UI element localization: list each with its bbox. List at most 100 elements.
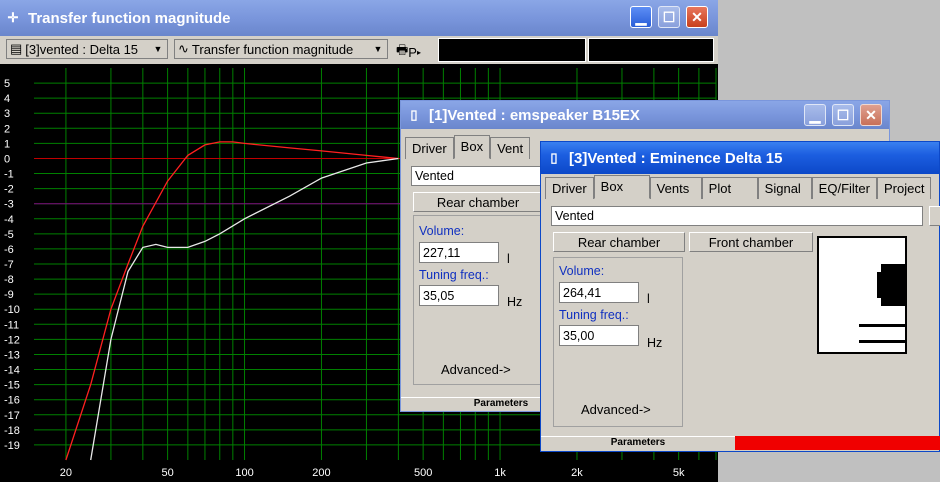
x-tick-label: 500	[414, 467, 432, 479]
vented-delta15-window: ▯ [3]Vented : Eminence Delta 15 Driver B…	[540, 141, 940, 452]
y-tick-label: -8	[4, 274, 14, 286]
x-tick-label: 200	[312, 467, 330, 479]
project-selector[interactable]: ▤ [3]vented : Delta 15 ▼	[6, 39, 168, 59]
y-tick-label: -12	[4, 334, 20, 346]
y-tick-label: -15	[4, 380, 20, 392]
volume-input[interactable]: 227,11	[419, 242, 499, 263]
tuning-label: Tuning freq.:	[559, 308, 629, 322]
advanced-link[interactable]: Advanced->	[441, 362, 511, 377]
front-chamber-button[interactable]: Front chamber	[689, 232, 813, 252]
tab-driver[interactable]: Driver	[405, 137, 454, 159]
plot-type-label: Transfer function magnitude	[191, 41, 354, 57]
volume-unit: l	[647, 292, 650, 306]
tab-project[interactable]: Project	[876, 177, 932, 199]
readout-box-2	[588, 38, 714, 62]
tab-box[interactable]: Box	[593, 175, 650, 199]
tuning-label: Tuning freq.:	[419, 268, 489, 282]
tab-driver[interactable]: Driver	[545, 177, 594, 199]
y-tick-label: -9	[4, 289, 14, 301]
tuning-unit: Hz	[507, 295, 523, 309]
x-tick-label: 1k	[494, 467, 506, 479]
y-tick-label: -16	[4, 395, 20, 407]
volume-unit: l	[507, 252, 510, 266]
window-title: [3]Vented : Eminence Delta 15	[569, 149, 783, 167]
y-tick-label: 3	[4, 108, 10, 120]
toolbar: ▤ [3]vented : Delta 15 ▼ ∿ Transfer func…	[0, 36, 718, 64]
close-button[interactable]: ✕	[686, 6, 708, 28]
minimize-button[interactable]: ▁	[630, 6, 652, 28]
volume-input[interactable]: 264,41	[559, 282, 639, 303]
x-tick-label: 2k	[571, 467, 583, 479]
volume-label: Volume:	[419, 224, 465, 238]
y-tick-label: -7	[4, 259, 14, 271]
y-tick-label: -13	[4, 349, 20, 361]
speaker-icon: ▯	[550, 150, 558, 165]
tab-box[interactable]: Box	[453, 135, 491, 159]
close-button[interactable]: ✕	[860, 104, 882, 126]
rear-chamber-button[interactable]: Rear chamber	[413, 192, 543, 212]
x-tick-label: 100	[235, 467, 253, 479]
y-tick-label: -17	[4, 410, 20, 422]
y-tick-label: -4	[4, 214, 14, 226]
speaker-diagram-icon	[859, 264, 905, 343]
y-tick-label: -2	[4, 184, 14, 196]
title-bar[interactable]: ✛ Transfer function magnitude ▁ ☐ ✕	[0, 0, 718, 36]
tuning-input[interactable]: 35,00	[559, 325, 639, 346]
tuning-unit: Hz	[647, 336, 663, 350]
tab-signal[interactable]: Signal	[757, 177, 812, 199]
project-selector-label: [3]vented : Delta 15	[25, 41, 139, 57]
plot-type-selector[interactable]: ∿ Transfer function magnitude ▼	[174, 39, 388, 59]
y-tick-label: 0	[4, 153, 10, 165]
speaker-icon: ▯	[410, 107, 418, 122]
box-type-field[interactable]: Vented	[551, 206, 923, 226]
maximize-button[interactable]: ☐	[658, 6, 680, 28]
chevron-down-icon: ▼	[373, 44, 383, 54]
y-tick-label: -18	[4, 425, 20, 437]
maximize-button[interactable]: ☐	[832, 104, 854, 126]
print-button[interactable]: 🖶 P ▸	[396, 41, 421, 63]
tab-eq-filter[interactable]: EQ/Filter	[811, 177, 877, 199]
readout-box-1	[438, 38, 586, 62]
print-label: P	[408, 44, 417, 60]
printer-icon: 🖶	[396, 42, 409, 57]
series-line	[65, 141, 399, 461]
chevron-down-icon: ▼	[153, 44, 163, 54]
tile-icon: ▤	[10, 41, 23, 56]
box-diagram	[817, 236, 907, 354]
rear-chamber-button[interactable]: Rear chamber	[553, 232, 685, 252]
y-tick-label: -19	[4, 440, 20, 452]
crosshair-icon: ✛	[7, 10, 19, 25]
title-bar[interactable]: ▯ [3]Vented : Eminence Delta 15	[541, 142, 939, 174]
window-title: Transfer function magnitude	[28, 9, 231, 27]
tab-vent[interactable]: Vent	[490, 137, 531, 159]
tab-strip: Driver Box Vents Plot Signal EQ/Filter P…	[545, 175, 932, 199]
y-tick-label: 1	[4, 138, 10, 150]
x-tick-label: 50	[161, 467, 173, 479]
chevron-right-icon: ▸	[416, 47, 421, 57]
y-tick-label: 2	[4, 123, 10, 135]
y-tick-label: -14	[4, 365, 20, 377]
y-tick-label: -11	[4, 319, 19, 331]
y-tick-label: -5	[4, 229, 14, 241]
y-tick-label: -1	[4, 169, 14, 181]
y-tick-label: -3	[4, 199, 14, 211]
y-tick-label: 5	[4, 78, 10, 90]
wave-icon: ∿	[178, 41, 189, 56]
title-bar[interactable]: ▯ [1]Vented : emspeaker B15EX ▁ ☐ ✕	[401, 101, 889, 129]
y-tick-label: -6	[4, 244, 14, 256]
side-button[interactable]	[929, 206, 940, 226]
advanced-link[interactable]: Advanced->	[581, 402, 651, 417]
volume-label: Volume:	[559, 264, 605, 278]
minimize-button[interactable]: ▁	[804, 104, 826, 126]
x-tick-label: 5k	[673, 467, 685, 479]
tab-vents[interactable]: Vents	[649, 177, 702, 199]
status-bar: Parameters	[541, 436, 735, 450]
signal-level-bar	[735, 436, 940, 450]
tab-plot[interactable]: Plot	[701, 177, 758, 199]
y-tick-label: 4	[4, 93, 10, 105]
x-tick-label: 20	[60, 467, 72, 479]
tab-strip: Driver Box Vent	[405, 135, 531, 159]
y-tick-label: -10	[4, 304, 20, 316]
tuning-input[interactable]: 35,05	[419, 285, 499, 306]
window-title: [1]Vented : emspeaker B15EX	[429, 106, 640, 124]
